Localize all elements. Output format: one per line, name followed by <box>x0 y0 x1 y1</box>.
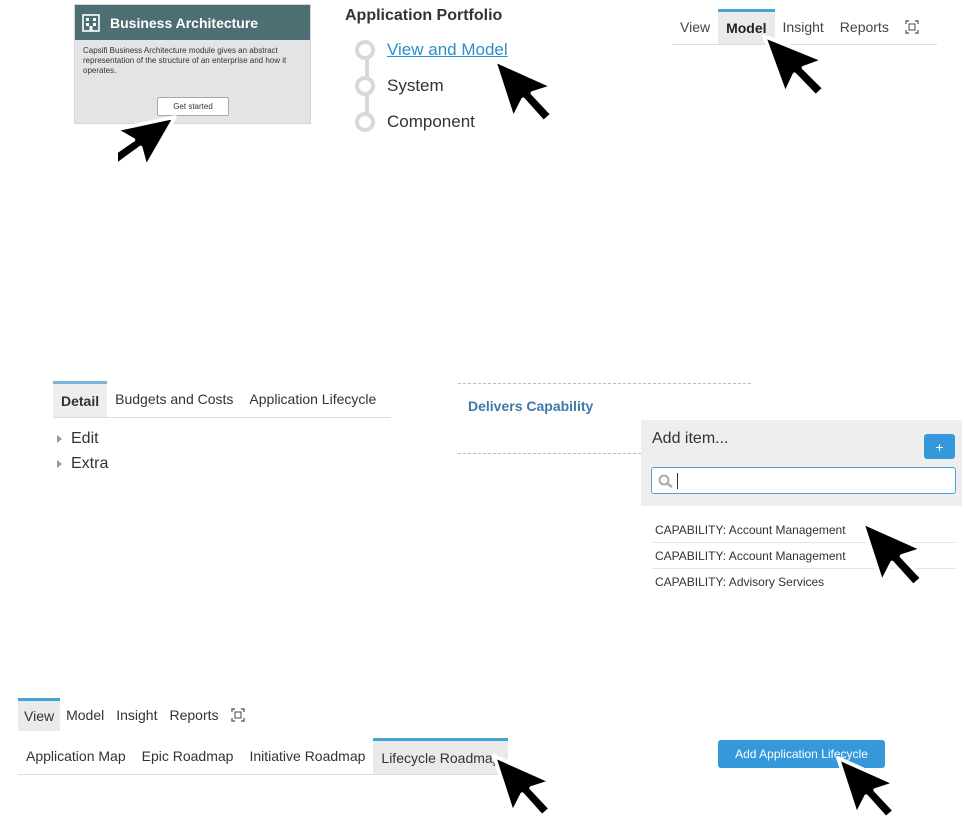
card-description: Capsifi Business Architecture module giv… <box>83 46 287 75</box>
detail-tabs: Detail Budgets and Costs Application Lif… <box>53 381 391 418</box>
portfolio-item-view-and-model[interactable]: View and Model <box>355 40 508 60</box>
portfolio-item-system[interactable]: System <box>355 76 444 96</box>
card-title: Business Architecture <box>110 14 259 31</box>
delivers-capability-title: Delivers Capability <box>468 398 594 414</box>
tree-label: Edit <box>71 430 99 447</box>
tab-view[interactable]: View <box>672 9 718 44</box>
search-input[interactable] <box>651 467 956 494</box>
step-circle <box>355 112 375 132</box>
add-item-label: Add item... <box>652 430 729 447</box>
bottom-nav-tabs: View Model Insight Reports <box>18 698 251 731</box>
step-circle <box>355 76 375 96</box>
tab-reports[interactable]: Reports <box>163 698 224 731</box>
add-item-button[interactable]: + <box>924 434 955 459</box>
tab-initiative-roadmap[interactable]: Initiative Roadmap <box>241 738 373 774</box>
tab-epic-roadmap[interactable]: Epic Roadmap <box>134 738 242 774</box>
business-architecture-card: Business Architecture Capsifi Business A… <box>74 4 311 124</box>
cursor-arrow <box>492 56 560 133</box>
cursor-arrow <box>858 518 938 608</box>
tab-reports[interactable]: Reports <box>832 9 897 44</box>
tab-insight[interactable]: Insight <box>110 698 163 731</box>
tab-view[interactable]: View <box>18 698 61 731</box>
building-icon <box>82 13 100 32</box>
search-icon <box>658 474 673 488</box>
expand-icon[interactable] <box>897 9 927 44</box>
tab-application-map[interactable]: Application Map <box>18 738 134 774</box>
dashed-divider <box>458 453 641 454</box>
card-header: Business Architecture <box>75 5 310 40</box>
text-caret <box>677 472 678 489</box>
caret-right-icon <box>57 435 62 443</box>
cursor-arrow <box>118 112 177 180</box>
tab-lifecycle-roadmap[interactable]: Lifecycle Roadmap <box>373 738 509 774</box>
cursor-arrow <box>762 32 837 108</box>
portfolio-title: Application Portfolio <box>345 7 503 24</box>
caret-right-icon <box>57 460 62 468</box>
step-circle <box>355 40 375 60</box>
cursor-arrow <box>836 754 907 829</box>
system-label[interactable]: System <box>387 76 444 96</box>
tree-item-edit[interactable]: Edit <box>57 430 99 448</box>
tab-model[interactable]: Model <box>60 698 110 731</box>
dashed-divider <box>458 383 751 384</box>
cursor-arrow <box>492 752 563 827</box>
portfolio-item-component[interactable]: Component <box>355 112 475 132</box>
component-label[interactable]: Component <box>387 112 475 132</box>
tree-item-extra[interactable]: Extra <box>57 455 108 473</box>
tab-budgets-and-costs[interactable]: Budgets and Costs <box>107 381 241 417</box>
tree-label: Extra <box>71 455 109 472</box>
roadmap-tabs: Application Map Epic Roadmap Initiative … <box>18 738 539 775</box>
tab-detail[interactable]: Detail <box>53 381 108 417</box>
expand-icon[interactable] <box>225 698 251 731</box>
tab-application-lifecycle[interactable]: Application Lifecycle <box>241 381 384 417</box>
